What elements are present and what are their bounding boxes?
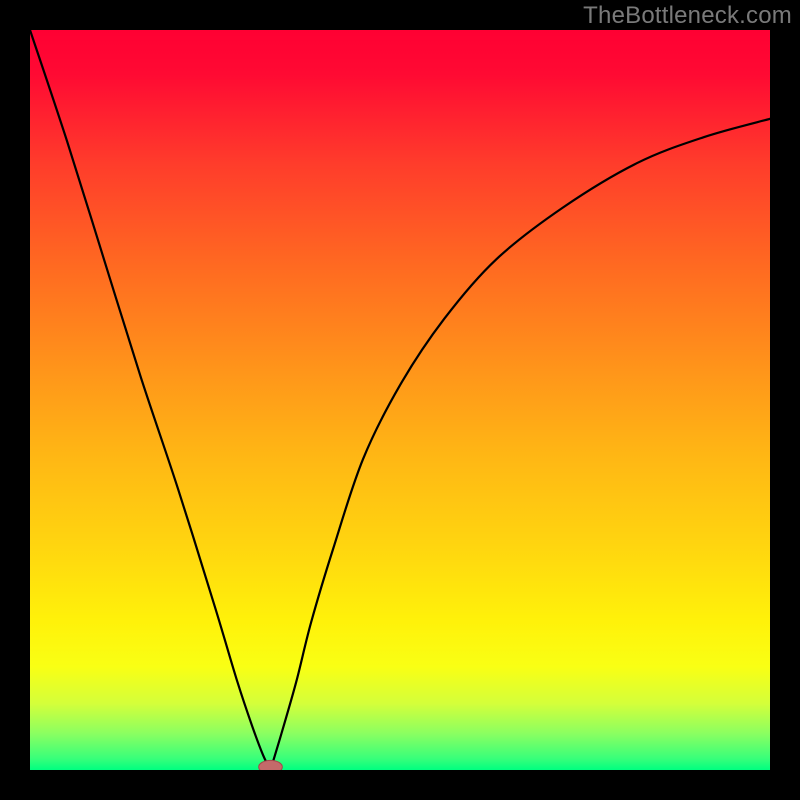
plot-area (30, 30, 770, 770)
watermark-text: TheBottleneck.com (583, 2, 792, 30)
chart-frame: TheBottleneck.com (0, 0, 800, 800)
gradient-background (30, 30, 770, 770)
plot-svg (30, 30, 770, 770)
minimum-marker (259, 760, 283, 770)
